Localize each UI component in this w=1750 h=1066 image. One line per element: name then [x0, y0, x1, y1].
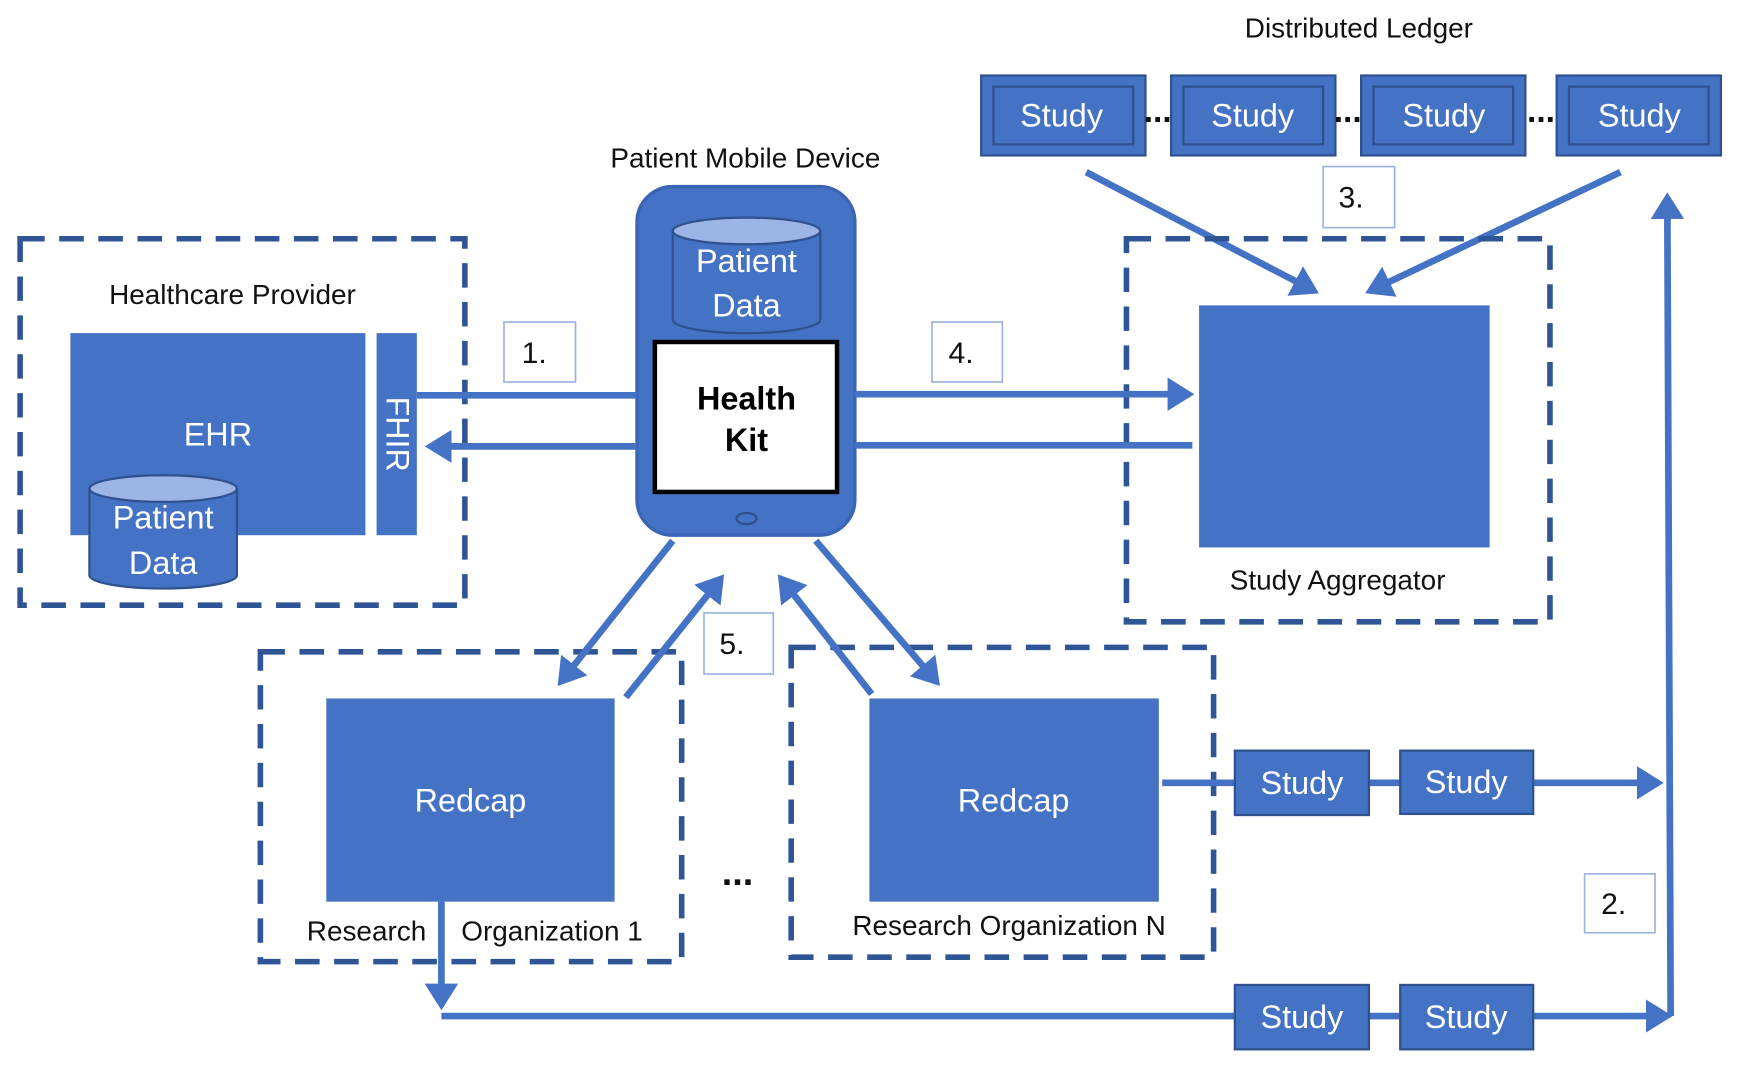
org1-label: Research	[307, 916, 426, 947]
provider-title: Healthcare Provider	[109, 279, 356, 310]
study-label: Study	[1598, 98, 1682, 134]
mobile-db-label: Patient	[696, 243, 797, 279]
ehr-label: EHR	[184, 416, 252, 452]
org1-label: Organization 1	[461, 916, 643, 947]
health-kit-box	[652, 339, 840, 495]
study-label: Study	[1020, 98, 1104, 134]
ledger-study-4: Study	[1555, 74, 1723, 157]
architecture-diagram: Distributed Ledger Study Study Study Stu…	[17, 13, 1723, 1051]
step-5-label: 5.	[719, 628, 744, 661]
ledger-ellipsis: ...	[1527, 93, 1555, 130]
health-kit-label: Kit	[725, 422, 768, 458]
arrow-ledger-to-aggregator	[1365, 169, 1622, 297]
ledger-ellipsis: ...	[1334, 93, 1362, 130]
study-label: Study	[1402, 98, 1486, 134]
provider-db-label: Data	[129, 545, 197, 581]
ledger-study-1: Study	[980, 74, 1147, 157]
study-label: Study	[1425, 999, 1509, 1035]
orgs-ellipsis: ...	[722, 852, 754, 894]
mobile-title: Patient Mobile Device	[610, 143, 880, 174]
study-label: Study	[1211, 98, 1295, 134]
ledger-title: Distributed Ledger	[1245, 13, 1473, 44]
step-1-label: 1.	[522, 337, 547, 370]
orgN-redcap-label: Redcap	[958, 783, 1070, 819]
study-label: Study	[1260, 999, 1344, 1035]
aggregator-box	[1199, 305, 1490, 548]
aggregator-title: Study Aggregator	[1230, 565, 1446, 596]
step-2-label: 2.	[1601, 888, 1626, 921]
fhir-label: FHIR	[380, 397, 416, 472]
ledger-study-3: Study	[1359, 74, 1527, 157]
ledger-study-2: Study	[1170, 74, 1337, 157]
step-3-label: 3.	[1338, 182, 1363, 215]
study-label: Study	[1260, 765, 1344, 801]
arrow-orgN-to-mobile	[777, 574, 875, 697]
provider-db-label: Patient	[113, 500, 214, 536]
mobile-db-label: Data	[712, 288, 780, 324]
arrow-chains-to-ledger	[1650, 192, 1685, 1017]
ledger-ellipsis: ...	[1144, 93, 1172, 130]
arrow-mobile-to-orgN	[813, 538, 940, 686]
arrow-ledger-to-aggregator	[1084, 169, 1319, 296]
step-4-label: 4.	[948, 337, 973, 370]
study-label: Study	[1425, 764, 1509, 800]
org1-redcap-label: Redcap	[415, 783, 527, 819]
health-kit-label: Health	[697, 381, 796, 417]
orgN-label: Research Organization N	[852, 910, 1165, 941]
